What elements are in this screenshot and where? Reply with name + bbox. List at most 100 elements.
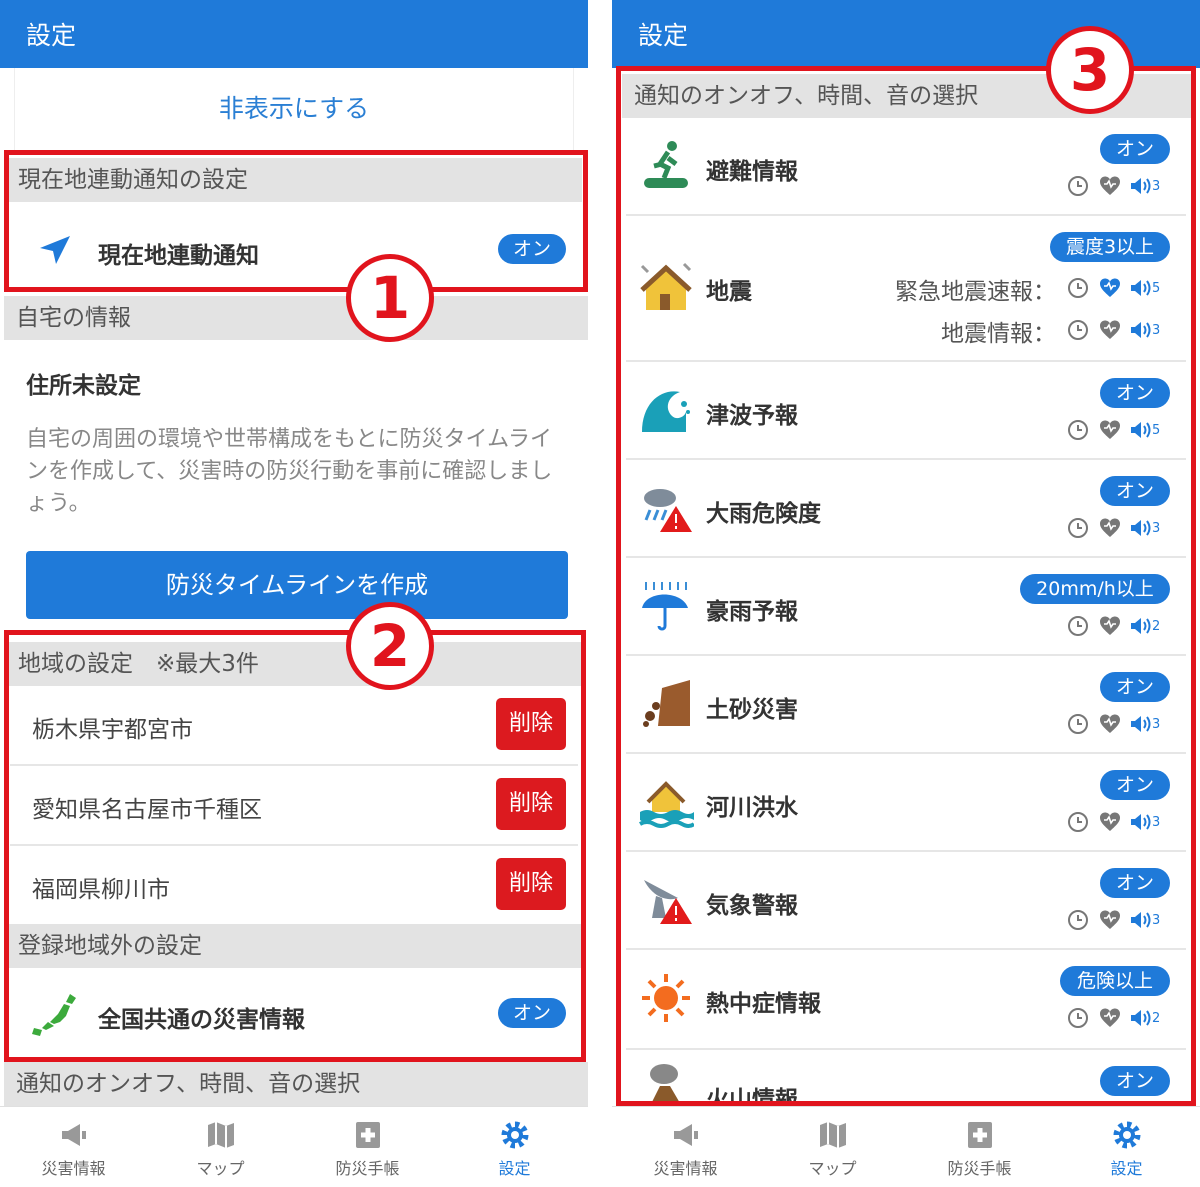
clock-icon xyxy=(1068,616,1088,636)
notification-options: 3 xyxy=(1066,516,1162,542)
gear-icon xyxy=(501,1121,529,1149)
notification-options: 2 xyxy=(1066,1006,1162,1032)
notification-level-toggle[interactable]: オン xyxy=(1100,476,1170,506)
tab-label: 防災手帳 xyxy=(335,1159,400,1178)
river-flood-house-icon xyxy=(639,781,694,828)
notification-level-toggle[interactable]: オン xyxy=(1100,868,1170,898)
tab-label: 災害情報 xyxy=(653,1159,718,1178)
sound-setting-button[interactable]: 3 xyxy=(1128,318,1160,344)
sound-setting-button[interactable]: 3 xyxy=(1128,908,1160,934)
vibration-setting-button[interactable] xyxy=(1098,712,1122,738)
sound-setting-button[interactable]: 2 xyxy=(1128,1006,1160,1032)
sound-setting-button[interactable]: 3 xyxy=(1128,516,1160,542)
notification-title: 土砂災害 xyxy=(706,697,798,723)
time-setting-button[interactable] xyxy=(1066,318,1090,344)
vibration-setting-button[interactable] xyxy=(1098,276,1122,302)
sound-number: 3 xyxy=(1152,521,1161,536)
rain-umbrella-icon xyxy=(642,582,688,631)
sound-speaker-icon xyxy=(1131,322,1151,338)
sound-speaker-icon xyxy=(1131,422,1151,438)
notification-level-toggle[interactable]: オン xyxy=(1100,378,1170,408)
time-setting-button[interactable] xyxy=(1066,174,1090,200)
vibration-setting-button[interactable] xyxy=(1098,418,1122,444)
settings-screen-right: 設定 通知のオンオフ、時間、音の選択 避難情報 オン 3 地震 震度3以上 緊急地震速報：… xyxy=(612,0,1200,1187)
vibration-setting-button[interactable] xyxy=(1098,174,1122,200)
create-timeline-button[interactable]: 防災タイムラインを作成 xyxy=(26,551,568,619)
time-setting-button[interactable] xyxy=(1066,614,1090,640)
sound-number: 3 xyxy=(1152,323,1161,338)
notification-level-toggle[interactable]: オン xyxy=(1100,134,1170,164)
region-row: 栃木県宇都宮市 削除 xyxy=(10,686,578,766)
evacuation-runner-icon xyxy=(644,141,688,188)
location-notification-toggle[interactable]: オン xyxy=(498,234,566,264)
heavy-rain-warning-icon xyxy=(644,489,692,532)
vibration-setting-button[interactable] xyxy=(1098,318,1122,344)
notification-level-toggle[interactable]: 震度3以上 xyxy=(1050,232,1170,262)
notification-row: 地震 震度3以上 緊急地震速報： 5 地震情報： 3 xyxy=(626,216,1186,362)
sound-number: 3 xyxy=(1152,717,1161,732)
region-row: 福岡県柳川市 削除 xyxy=(10,846,578,926)
vibration-heart-icon xyxy=(1100,812,1120,831)
time-setting-button[interactable] xyxy=(1066,516,1090,542)
tab-map[interactable]: マップ xyxy=(147,1107,294,1187)
vibration-setting-button[interactable] xyxy=(1098,908,1122,934)
notification-level-toggle[interactable]: オン xyxy=(1100,1066,1170,1096)
time-setting-button[interactable] xyxy=(1066,810,1090,836)
japan-map-icon xyxy=(32,994,76,1036)
sound-setting-button[interactable]: 2 xyxy=(1128,614,1160,640)
sound-setting-button[interactable]: 5 xyxy=(1128,276,1160,302)
tab-disaster-info[interactable]: 災害情報 xyxy=(0,1107,147,1187)
national-disaster-toggle[interactable]: オン xyxy=(498,998,566,1028)
time-setting-button[interactable] xyxy=(1066,908,1090,934)
vibration-heart-icon xyxy=(1100,176,1120,195)
tab-map[interactable]: マップ xyxy=(759,1107,906,1187)
notification-title: 気象警報 xyxy=(706,893,798,919)
notification-row: 火山情報 オン xyxy=(626,1050,1186,1113)
delete-region-button[interactable]: 削除 xyxy=(496,778,566,830)
vibration-heart-icon xyxy=(1100,278,1120,297)
region-name: 福岡県柳川市 xyxy=(32,877,170,903)
sound-number: 5 xyxy=(1152,281,1161,296)
delete-region-button[interactable]: 削除 xyxy=(496,858,566,910)
sound-setting-button[interactable]: 3 xyxy=(1128,174,1160,200)
notification-level-toggle[interactable]: オン xyxy=(1100,770,1170,800)
time-setting-button[interactable] xyxy=(1066,712,1090,738)
tab-label: 設定 xyxy=(498,1159,531,1178)
section-header-location: 現在地連動通知の設定 xyxy=(6,158,582,202)
page-title: 設定 xyxy=(638,21,689,50)
notification-row: 津波予報 オン 5 xyxy=(626,362,1186,460)
tab-settings[interactable]: 設定 xyxy=(441,1107,588,1187)
notification-title: 大雨危険度 xyxy=(706,501,821,527)
notification-options: 5 xyxy=(1066,276,1162,302)
hide-link[interactable]: 非表示にする xyxy=(14,68,574,150)
time-setting-button[interactable] xyxy=(1066,418,1090,444)
delete-region-button[interactable]: 削除 xyxy=(496,698,566,750)
vibration-setting-button[interactable] xyxy=(1098,1006,1122,1032)
sound-setting-button[interactable]: 5 xyxy=(1128,418,1160,444)
vibration-setting-button[interactable] xyxy=(1098,810,1122,836)
vibration-setting-button[interactable] xyxy=(1098,516,1122,542)
clock-icon xyxy=(1068,714,1088,734)
notification-level-toggle[interactable]: 危険以上 xyxy=(1060,966,1170,996)
notification-options: 3 xyxy=(1066,810,1162,836)
sound-number: 2 xyxy=(1152,1011,1161,1026)
section-header-regions: 地域の設定 ※最大3件 xyxy=(6,642,582,686)
tab-settings[interactable]: 設定 xyxy=(1053,1107,1200,1187)
clock-icon xyxy=(1068,910,1088,930)
notification-options: 3 xyxy=(1066,174,1162,200)
bottom-tab-bar: 災害情報 マップ 防災手帳 設定 xyxy=(0,1106,588,1187)
tab-disaster-info[interactable]: 災害情報 xyxy=(612,1107,759,1187)
notification-level-toggle[interactable]: オン xyxy=(1100,672,1170,702)
address-status: 住所未設定 xyxy=(26,373,141,399)
sound-setting-button[interactable]: 3 xyxy=(1128,712,1160,738)
notification-level-toggle[interactable]: 20mm/h以上 xyxy=(1020,574,1170,604)
tab-notebook[interactable]: 防災手帳 xyxy=(906,1107,1053,1187)
tsunami-wave-icon xyxy=(642,391,690,432)
notification-title: 豪雨予報 xyxy=(706,599,798,625)
first-aid-notebook-icon xyxy=(968,1122,992,1148)
sound-setting-button[interactable]: 3 xyxy=(1128,810,1160,836)
tab-notebook[interactable]: 防災手帳 xyxy=(294,1107,441,1187)
vibration-setting-button[interactable] xyxy=(1098,614,1122,640)
time-setting-button[interactable] xyxy=(1066,1006,1090,1032)
time-setting-button[interactable] xyxy=(1066,276,1090,302)
